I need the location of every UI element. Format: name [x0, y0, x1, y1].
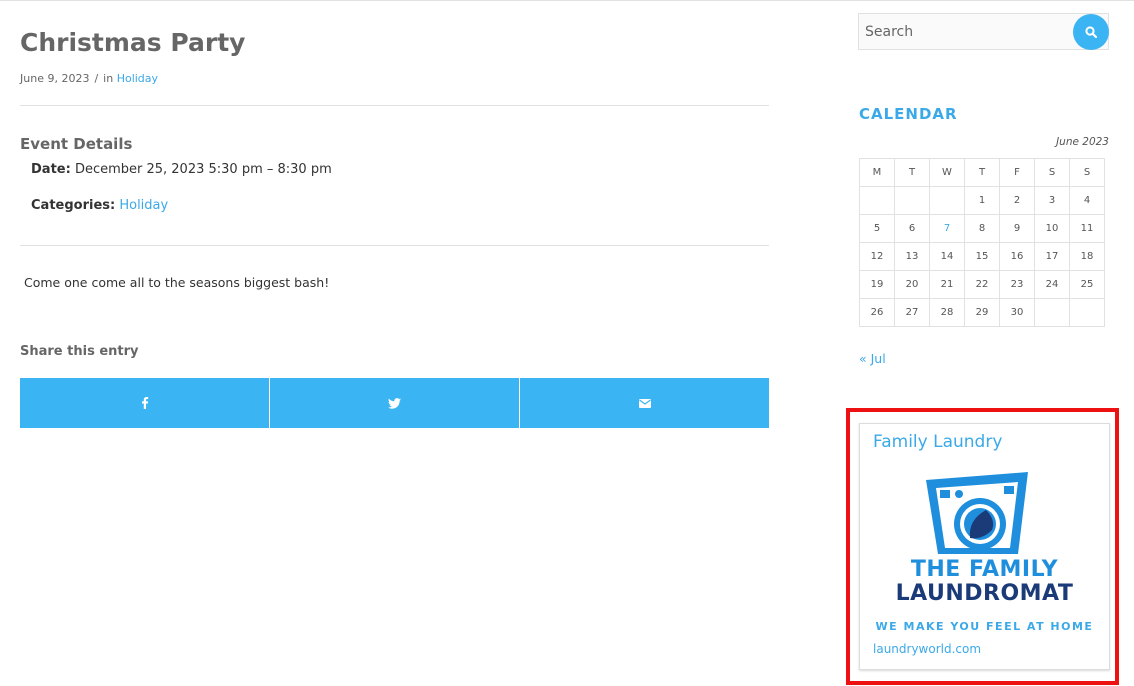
event-date-label: Date:	[31, 162, 71, 177]
calendar-week-row: 1234	[859, 186, 1105, 215]
post-meta: June 9, 2023 / in Holiday	[20, 72, 158, 85]
calendar-day: 28	[929, 298, 965, 327]
post-date: June 9, 2023	[20, 72, 90, 85]
meta-in-label: in	[103, 72, 114, 85]
calendar-body: 1 2 3 4 5 6 7 8 9 10 11 12 13 14 15 16 17 18 19 20 21 22 23 24 2…	[859, 186, 1105, 327]
event-description: Come one come all to the seasons biggest…	[24, 275, 330, 290]
calendar-day-link[interactable]: 7	[929, 214, 965, 243]
calendar-day: 18	[1069, 242, 1105, 271]
post-category-link[interactable]: Holiday	[117, 72, 158, 85]
calendar-weekday: T	[894, 158, 930, 187]
calendar-weekday: T	[964, 158, 1000, 187]
share-bar	[20, 378, 769, 428]
calendar-day: 25	[1069, 270, 1105, 299]
calendar-caption: June 2023	[1056, 136, 1109, 148]
calendar-week-row: 19 20 21 22 23 24 25	[859, 270, 1105, 299]
calendar-prev-month-link[interactable]: « Jul	[859, 351, 886, 366]
calendar-weekday: M	[859, 158, 895, 187]
divider	[20, 245, 769, 246]
event-categories-label: Categories:	[31, 198, 116, 213]
calendar-day: 10	[1034, 214, 1070, 243]
ad-url-link[interactable]: laundryworld.com	[873, 642, 981, 656]
calendar-day: 11	[1069, 214, 1105, 243]
calendar-empty-cell	[929, 186, 965, 215]
calendar-day: 15	[964, 242, 1000, 271]
calendar-day: 4	[1069, 186, 1105, 215]
calendar-weekday: W	[929, 158, 965, 187]
ad-logo-tagline: WE MAKE YOU FEEL AT HOME	[875, 620, 1094, 633]
twitter-icon	[388, 397, 401, 409]
search-input[interactable]	[859, 14, 1081, 49]
calendar-table: MTWTFSS 1 2 3 4 5 6 7 8 9 10 11 12 13 14 15 16 17 18 19 20 2…	[859, 158, 1105, 327]
calendar-day: 27	[894, 298, 930, 327]
calendar-day: 29	[964, 298, 1000, 327]
ad-logo-line1: THE FAMILY	[910, 557, 1059, 582]
search-form	[858, 13, 1109, 50]
calendar-day: 20	[894, 270, 930, 299]
calendar-day: 1	[964, 186, 1000, 215]
calendar-day: 23	[999, 270, 1035, 299]
ad-logo-line2: LAUNDROMAT	[895, 581, 1074, 606]
calendar-empty-cell	[894, 186, 930, 215]
page-title: Christmas Party	[20, 28, 246, 57]
calendar-week-row: 12 13 14 15 16 17 18	[859, 242, 1105, 271]
search-icon	[1085, 26, 1097, 38]
calendar-weekday: S	[1069, 158, 1105, 187]
facebook-icon	[141, 397, 148, 409]
event-details-heading: Event Details	[20, 135, 133, 153]
calendar-empty-cell	[1069, 298, 1105, 327]
top-divider	[0, 0, 1134, 1]
calendar-weekday-row: MTWTFSS	[859, 158, 1105, 187]
calendar-week-row: 26 27 28 29 30	[859, 298, 1105, 327]
event-categories: Categories: Holiday	[31, 198, 168, 213]
calendar-weekday: F	[999, 158, 1035, 187]
ad-widget-title: Family Laundry	[873, 432, 1003, 452]
calendar-day: 6	[894, 214, 930, 243]
divider	[20, 105, 769, 106]
calendar-day: 16	[999, 242, 1035, 271]
meta-separator: /	[94, 72, 99, 85]
calendar-day: 12	[859, 242, 895, 271]
share-email-button[interactable]	[520, 378, 769, 428]
calendar-day: 14	[929, 242, 965, 271]
washing-machine-icon[interactable]	[922, 470, 1032, 556]
calendar-day: 5	[859, 214, 895, 243]
calendar-day: 24	[1034, 270, 1070, 299]
event-date-value: December 25, 2023 5:30 pm – 8:30 pm	[74, 162, 332, 177]
calendar-day: 30	[999, 298, 1035, 327]
calendar-empty-cell	[1034, 298, 1070, 327]
share-heading: Share this entry	[20, 344, 139, 359]
calendar-empty-cell	[859, 186, 895, 215]
event-category-link[interactable]: Holiday	[119, 198, 168, 213]
share-twitter-button[interactable]	[270, 378, 520, 428]
calendar-day: 2	[999, 186, 1035, 215]
share-facebook-button[interactable]	[20, 378, 270, 428]
calendar-day: 19	[859, 270, 895, 299]
mail-icon	[638, 398, 651, 408]
search-button[interactable]	[1073, 14, 1109, 50]
calendar-week-row: 5 6 7 8 9 10 11	[859, 214, 1105, 243]
calendar-day: 8	[964, 214, 1000, 243]
calendar-day: 22	[964, 270, 1000, 299]
calendar-day: 9	[999, 214, 1035, 243]
calendar-day: 17	[1034, 242, 1070, 271]
calendar-day: 26	[859, 298, 895, 327]
calendar-day: 13	[894, 242, 930, 271]
event-date: Date: December 25, 2023 5:30 pm – 8:30 p…	[31, 162, 332, 177]
calendar-weekday: S	[1034, 158, 1070, 187]
calendar-day: 21	[929, 270, 965, 299]
calendar-day: 3	[1034, 186, 1070, 215]
calendar-widget-title: CALENDAR	[859, 105, 958, 123]
